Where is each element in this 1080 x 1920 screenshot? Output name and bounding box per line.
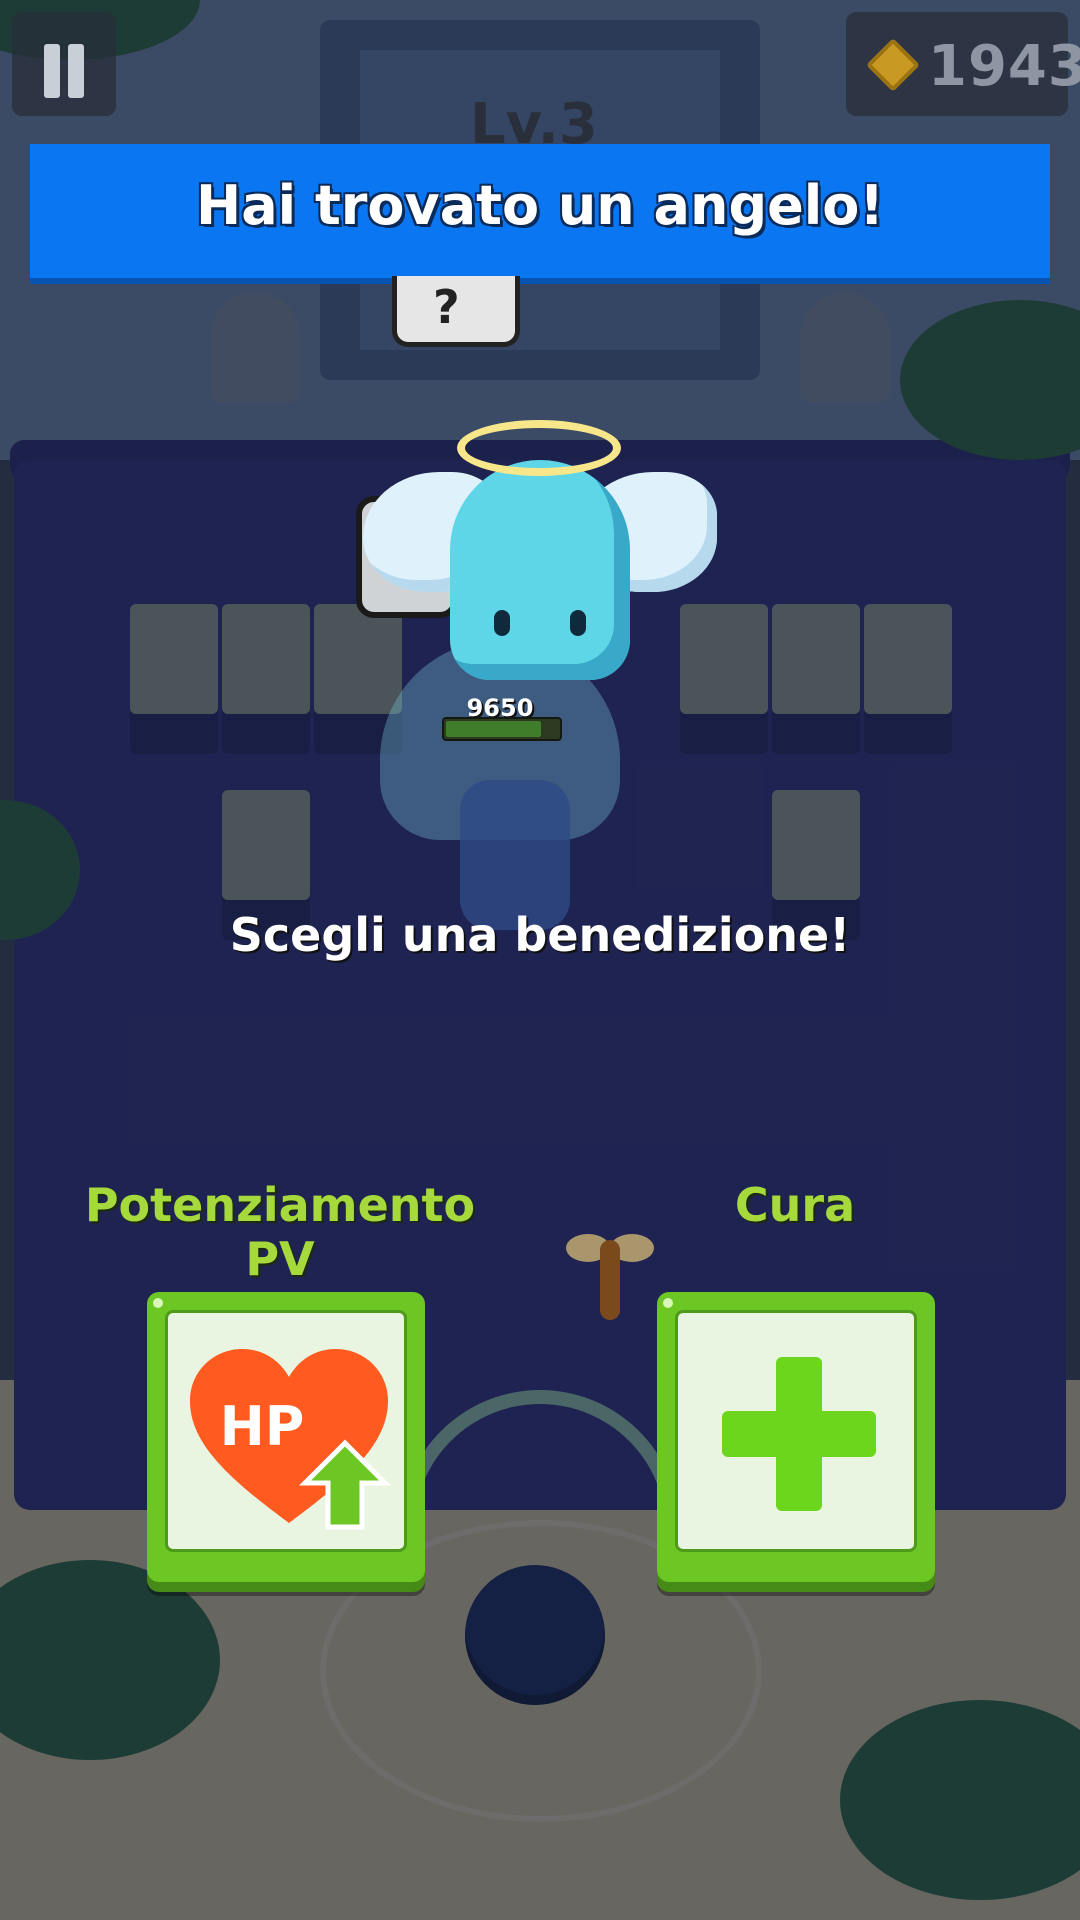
- hp-boost-option-button[interactable]: HP: [147, 1292, 425, 1582]
- option-label-hp-boost: Potenziamento PV: [84, 1178, 476, 1286]
- diamond-coin-icon: [866, 38, 920, 92]
- speech-bubble: ?: [392, 276, 520, 347]
- angel-body: [450, 460, 630, 680]
- fairy-icon: [566, 1220, 654, 1330]
- coin-count: 1943: [928, 34, 1080, 99]
- svg-text:HP: HP: [220, 1395, 305, 1458]
- boss-hp-bar: [442, 717, 562, 741]
- blessing-prompt: Scegli una benedizione!: [229, 908, 851, 962]
- angel-banner: Hai trovato un angelo!: [30, 144, 1050, 278]
- heal-plus-icon: [722, 1357, 876, 1511]
- angel-eye: [494, 610, 510, 636]
- pause-button[interactable]: [12, 12, 116, 116]
- game-screen: 1943 Lv.3 Hai trovato un angelo! ? 9650 …: [0, 0, 1080, 1920]
- halo-icon: [457, 420, 621, 476]
- heal-option-button[interactable]: [657, 1292, 935, 1582]
- banner-title: Hai trovato un angelo!: [196, 174, 884, 237]
- angel-character: [355, 400, 725, 700]
- coin-counter: 1943: [846, 12, 1080, 116]
- angel-eye: [570, 610, 586, 636]
- question-mark: ?: [433, 280, 460, 334]
- option-card-face: [675, 1310, 917, 1552]
- option-card-face: HP: [165, 1310, 407, 1552]
- hp-boost-heart-icon: HP: [190, 1349, 392, 1530]
- option-label-heal: Cura: [734, 1178, 856, 1232]
- boss-hp-fill: [446, 721, 541, 737]
